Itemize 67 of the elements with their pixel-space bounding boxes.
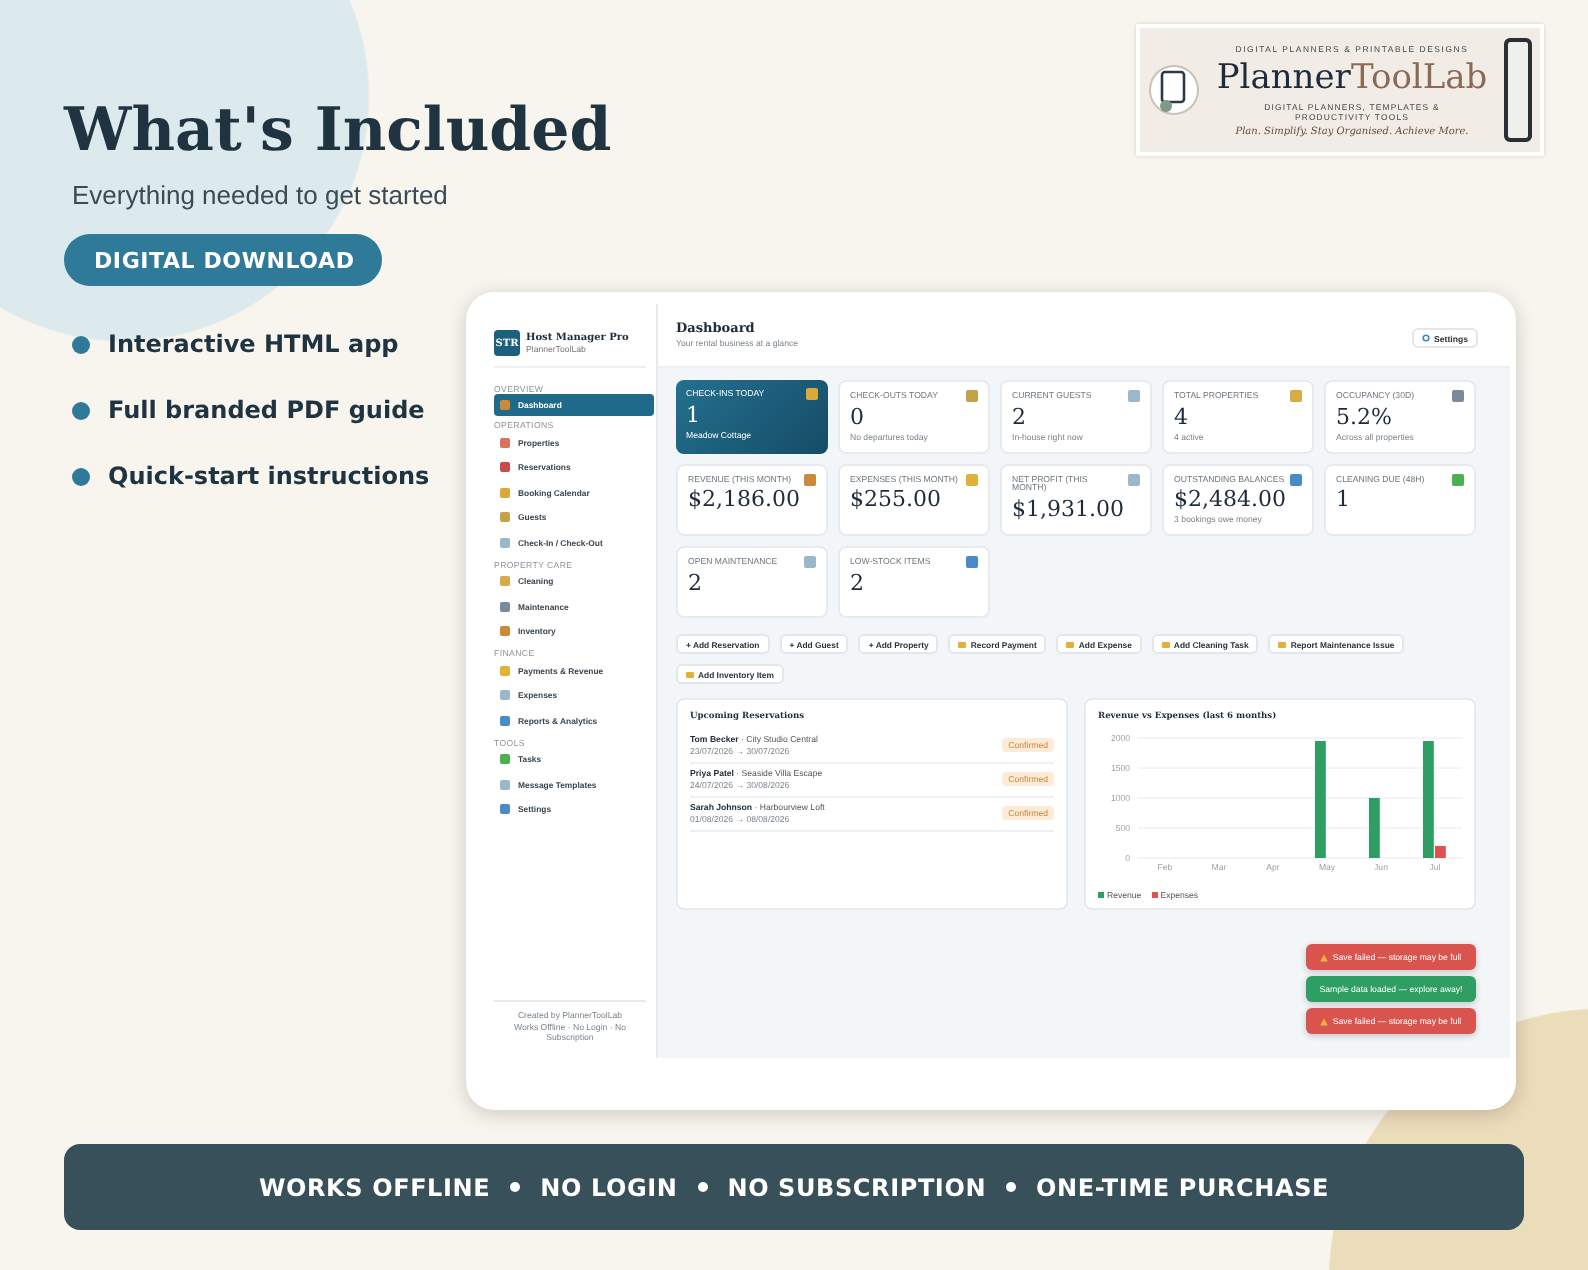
- stat-value: 5.2%: [1336, 403, 1394, 430]
- chart-bar: [1369, 798, 1380, 859]
- square-icon: [1066, 641, 1075, 648]
- square-icon: [804, 556, 816, 569]
- stat-value: 1: [686, 401, 702, 428]
- banner-text: WORKS OFFLINE: [258, 1173, 491, 1201]
- square-icon: [966, 473, 978, 486]
- square-icon: [1161, 641, 1170, 648]
- square-icon: [500, 576, 510, 587]
- square-icon: [1452, 390, 1464, 402]
- bullet-dot: [72, 335, 90, 353]
- square-icon: [500, 804, 510, 815]
- bullet-dot: [72, 401, 90, 419]
- logo-wordmark: PlannerToolLab: [1216, 55, 1488, 101]
- square-icon: [500, 665, 510, 676]
- download-button[interactable]: DIGITAL DOWNLOAD: [64, 234, 382, 286]
- stat-value: $2,484.00: [1174, 486, 1288, 513]
- square-icon: [1452, 473, 1464, 486]
- square-icon: [686, 671, 694, 678]
- square-icon: [500, 487, 510, 498]
- square-icon: [1128, 390, 1140, 402]
- stat-value: $255.00: [850, 486, 943, 513]
- square-icon: [806, 388, 818, 400]
- feature-text: Full branded PDF guide: [108, 396, 425, 424]
- warning-icon: [1320, 953, 1329, 961]
- bullet-dot: [72, 467, 90, 485]
- feature-text: Interactive HTML app: [108, 330, 399, 358]
- feature-text: Quick-start instructions: [108, 462, 430, 490]
- square-icon: [500, 754, 510, 765]
- square-icon: [1128, 473, 1140, 486]
- banner-text: NO LOGIN: [540, 1173, 678, 1201]
- tablet-drawing: [1504, 38, 1532, 142]
- banner-text: ONE-TIME PURCHASE: [1036, 1173, 1330, 1201]
- square-icon: [500, 462, 510, 473]
- page-subtitle: Everything needed to get started: [72, 180, 450, 210]
- square-icon: [500, 537, 510, 548]
- settings-icon: [1422, 334, 1431, 342]
- square-icon: [500, 400, 510, 410]
- stat-value: 2: [850, 570, 866, 597]
- square-icon: [500, 626, 510, 637]
- square-icon: [500, 437, 510, 448]
- stat-value: 4: [1174, 403, 1190, 430]
- page-title: What's Included: [64, 96, 612, 166]
- square-icon: [1278, 641, 1287, 648]
- stat-value: 2: [688, 570, 704, 597]
- square-icon: [966, 390, 978, 402]
- stat-value: 0: [850, 403, 866, 430]
- banner-text: NO SUBSCRIPTION: [727, 1173, 987, 1201]
- square-icon: [500, 779, 510, 790]
- separator-dot: [1006, 1182, 1017, 1192]
- square-icon: [958, 641, 967, 648]
- stat-value: 1: [1336, 486, 1352, 513]
- separator-dot: [510, 1182, 521, 1192]
- square-icon: [1290, 390, 1302, 402]
- chart-bar: [1315, 741, 1326, 859]
- square-icon: [500, 512, 510, 523]
- square-icon: [500, 601, 510, 612]
- square-icon: [1290, 473, 1302, 486]
- square-icon: [966, 556, 978, 569]
- separator-dot: [697, 1182, 708, 1192]
- stat-value: 2: [1012, 403, 1028, 430]
- square-icon: [500, 690, 510, 701]
- square-icon: [804, 473, 816, 486]
- stat-value: $2,186.00: [688, 486, 802, 513]
- warning-icon: [1320, 1017, 1329, 1025]
- square-icon: [500, 715, 510, 726]
- stat-value: $1,931.00: [1012, 496, 1126, 523]
